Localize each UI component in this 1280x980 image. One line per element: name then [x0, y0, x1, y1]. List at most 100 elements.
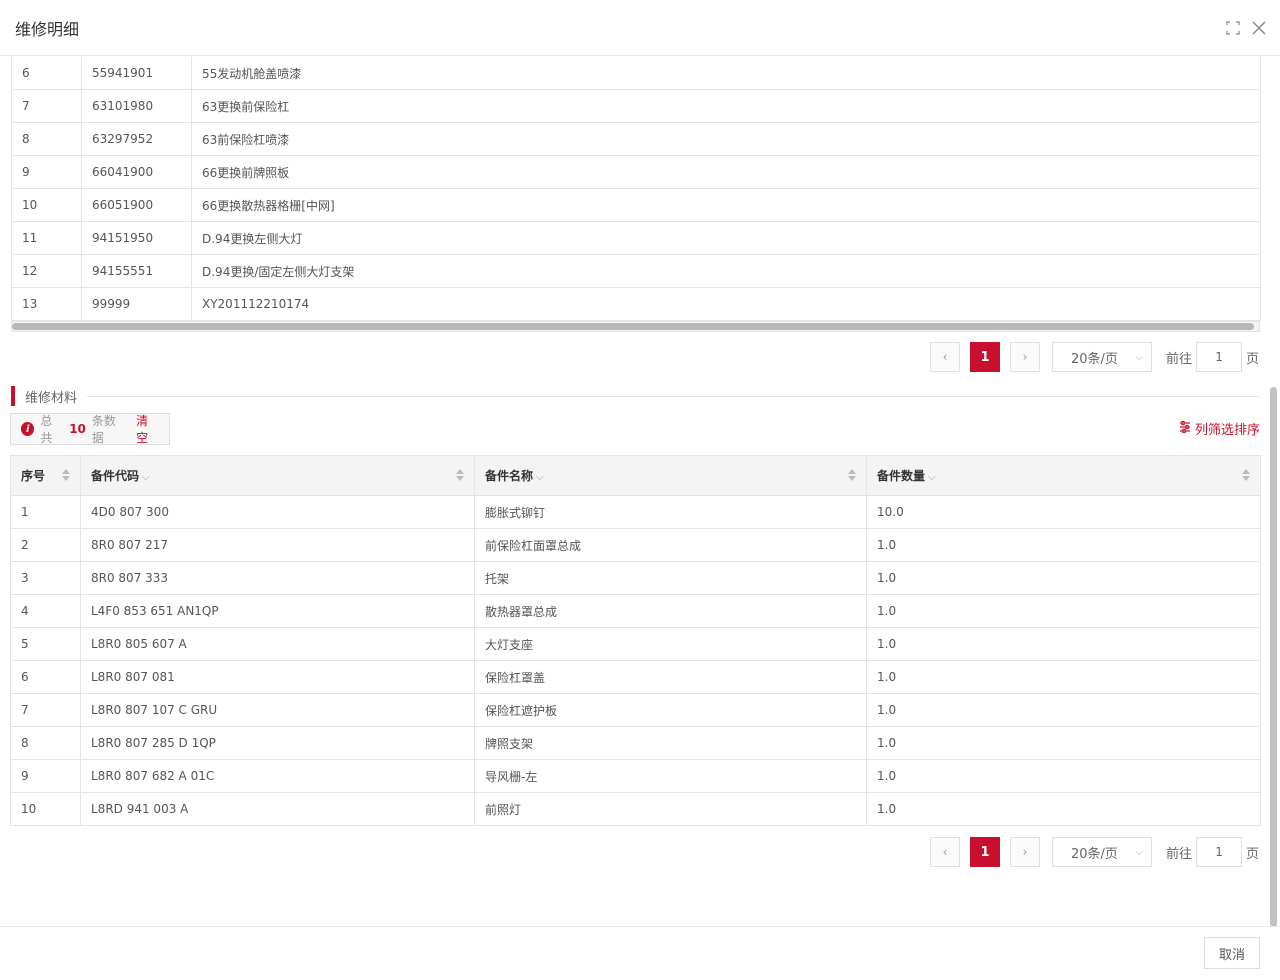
page-size-label: 20条/页 [1071, 351, 1118, 367]
fullscreen-icon[interactable] [1226, 20, 1240, 35]
table-cell: 55941901 [81, 57, 192, 90]
table-cell: 1.0 [866, 792, 1261, 826]
next-page-button[interactable]: › [1010, 342, 1040, 372]
table-cell: 9 [11, 155, 82, 189]
table-cell: 10 [10, 792, 81, 826]
table-row[interactable]: 8 L8R0 807 285 D 1QP 牌照支架 1.0 [10, 726, 1261, 760]
table-cell: 66更换散热器格栅[中网] [191, 188, 1261, 222]
table-cell: L8RD 941 003 A [80, 792, 475, 826]
table-cell: 8 [11, 122, 82, 156]
header-part-name[interactable]: 备件名称 ⌵ [474, 455, 867, 496]
table-cell: 1.0 [866, 561, 1261, 595]
table-cell: 2 [10, 528, 81, 562]
table-row[interactable]: 1 4D0 807 300 膨胀式铆钉 10.0 [10, 495, 1261, 529]
chevron-down-icon: ⌵ [536, 472, 544, 483]
header-part-code[interactable]: 备件代码 ⌵ [80, 455, 475, 496]
section-divider [87, 395, 1260, 397]
table-cell: 前保险杠面罩总成 [474, 528, 867, 562]
table-cell: 3 [10, 561, 81, 595]
current-page-button[interactable]: 1 [970, 837, 1000, 867]
page-unit-label: 页 [1246, 846, 1260, 862]
next-page-button[interactable]: › [1010, 837, 1040, 867]
table-row[interactable]: 4 L4F0 853 651 AN1QP 散热器罩总成 1.0 [10, 594, 1261, 628]
section-title: 维修材料 [25, 390, 78, 406]
table-row[interactable]: 10 L8RD 941 003 A 前照灯 1.0 [10, 792, 1261, 826]
table-cell: 散热器罩总成 [474, 594, 867, 628]
section-accent-bar [11, 386, 15, 406]
table-cell: 1.0 [866, 594, 1261, 628]
table-row[interactable]: 12 94155551 D.94更换/固定左侧大灯支架 [11, 254, 1261, 288]
table-cell: 5 [10, 627, 81, 661]
materials-table: 序号 备件代码 ⌵ 备件名称 ⌵ 备件数量 ⌵ 1 4D0 807 300 膨胀式铆钉 10… [10, 455, 1261, 826]
table-row[interactable]: 9 66041900 66更换前牌照板 [11, 155, 1261, 189]
table-cell: 13 [11, 287, 82, 321]
table-cell: L8R0 807 682 A 01C [80, 759, 475, 793]
table-cell: 4D0 807 300 [80, 495, 475, 529]
table-cell: 1 [10, 495, 81, 529]
table-row[interactable]: 7 L8R0 807 107 C GRU 保险杠遮护板 1.0 [10, 693, 1261, 727]
table-cell: 63101980 [81, 89, 192, 123]
horizontal-scrollbar[interactable] [12, 323, 1254, 330]
table-cell: L8R0 807 285 D 1QP [80, 726, 475, 760]
table-row[interactable]: 9 L8R0 807 682 A 01C 导风栅-左 1.0 [10, 759, 1261, 793]
header-part-qty[interactable]: 备件数量 ⌵ [866, 455, 1261, 496]
page-unit-label: 页 [1246, 351, 1260, 367]
table-cell: 托架 [474, 561, 867, 595]
table-cell: 1.0 [866, 726, 1261, 760]
sort-icon[interactable] [62, 469, 70, 481]
table-cell: D.94更换左侧大灯 [191, 221, 1261, 255]
repair-items-table: 6 55941901 55发动机舱盖喷漆 7 63101980 63更换前保险杠 8 6329… [11, 57, 1261, 321]
cancel-button[interactable]: 取消 [1204, 937, 1260, 969]
table-row[interactable]: 6 55941901 55发动机舱盖喷漆 [11, 57, 1261, 90]
table-cell: 55发动机舱盖喷漆 [191, 57, 1261, 90]
dialog-body: 6 55941901 55发动机舱盖喷漆 7 63101980 63更换前保险杠 8 6329… [0, 57, 1280, 926]
table-cell: 1.0 [866, 759, 1261, 793]
clear-link[interactable]: 清空 [136, 412, 159, 446]
table-cell: 保险杠遮护板 [474, 693, 867, 727]
table-cell: 导风栅-左 [474, 759, 867, 793]
prev-page-button[interactable]: ‹ [930, 342, 960, 372]
table-cell: 1.0 [866, 627, 1261, 661]
table-cell: 1.0 [866, 660, 1261, 694]
current-page-button[interactable]: 1 [970, 342, 1000, 372]
table-row[interactable]: 2 8R0 807 217 前保险杠面罩总成 1.0 [10, 528, 1261, 562]
table-row[interactable]: 6 L8R0 807 081 保险杠罩盖 1.0 [10, 660, 1261, 694]
table-row[interactable]: 13 99999 XY201112210174 [11, 287, 1261, 321]
table-cell: 前照灯 [474, 792, 867, 826]
close-icon[interactable] [1252, 21, 1266, 35]
goto-page-input[interactable]: 1 [1196, 342, 1243, 372]
table-cell: 63前保险杠喷漆 [191, 122, 1261, 156]
table-row[interactable]: 5 L8R0 805 607 A 大灯支座 1.0 [10, 627, 1261, 661]
column-filter-sort-button[interactable]: 列筛选排序 [1179, 419, 1260, 438]
table-cell: 94151950 [81, 221, 192, 255]
table-row[interactable]: 10 66051900 66更换散热器格栅[中网] [11, 188, 1261, 222]
header-seq[interactable]: 序号 [10, 455, 81, 496]
table-cell: 6 [11, 57, 82, 90]
page-size-select[interactable]: 20条/页 ⌵ [1052, 837, 1152, 867]
goto-label: 前往 [1166, 846, 1193, 862]
filter-sliders-icon [1179, 420, 1191, 437]
table-cell: 牌照支架 [474, 726, 867, 760]
vertical-scrollbar[interactable] [1270, 387, 1277, 926]
table-cell: 4 [10, 594, 81, 628]
table-row[interactable]: 8 63297952 63前保险杠喷漆 [11, 122, 1261, 156]
column-filter-label: 列筛选排序 [1194, 423, 1260, 438]
chevron-down-icon: ⌵ [1135, 351, 1143, 363]
prev-page-button[interactable]: ‹ [930, 837, 960, 867]
pagination-top: ‹ 1 › 20条/页 ⌵ 前往 1 页 [930, 342, 1259, 372]
sort-icon[interactable] [848, 469, 856, 481]
table-cell: 8 [10, 726, 81, 760]
sort-icon[interactable] [456, 469, 464, 481]
table-row[interactable]: 11 94151950 D.94更换左侧大灯 [11, 221, 1261, 255]
table-cell: 10.0 [866, 495, 1261, 529]
table-row[interactable]: 7 63101980 63更换前保险杠 [11, 89, 1261, 123]
table-cell: L4F0 853 651 AN1QP [80, 594, 475, 628]
table-cell: L8R0 807 081 [80, 660, 475, 694]
sort-icon[interactable] [1242, 469, 1250, 481]
page-size-select[interactable]: 20条/页 ⌵ [1052, 342, 1152, 372]
pagination-bottom: ‹ 1 › 20条/页 ⌵ 前往 1 页 [930, 837, 1259, 867]
table-row[interactable]: 3 8R0 807 333 托架 1.0 [10, 561, 1261, 595]
table-cell: 保险杠罩盖 [474, 660, 867, 694]
table-cell: D.94更换/固定左侧大灯支架 [191, 254, 1261, 288]
goto-page-input[interactable]: 1 [1196, 837, 1243, 867]
